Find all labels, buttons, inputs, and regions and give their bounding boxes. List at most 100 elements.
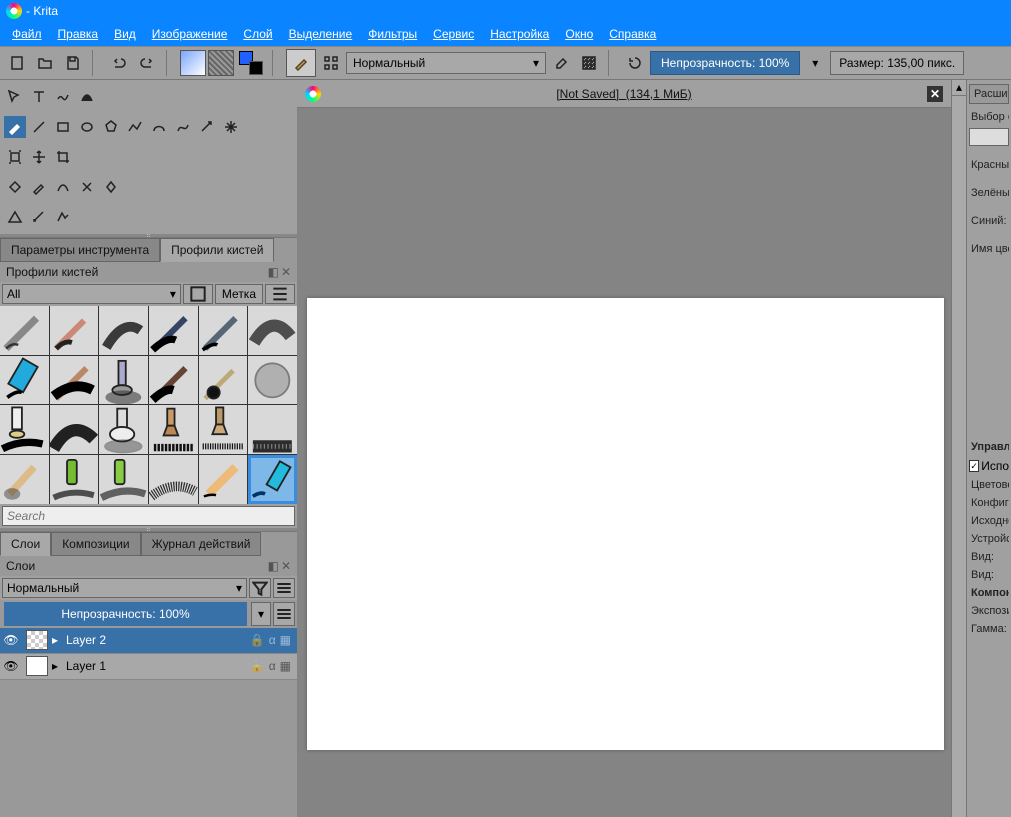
gradient-selector[interactable] [180,50,206,76]
rectangle-tool[interactable] [52,116,74,138]
pattern-edit-tool[interactable] [76,176,98,198]
move-layer-tool[interactable] [28,146,50,168]
brush-preset[interactable] [0,356,49,405]
redo-button[interactable] [134,50,160,76]
dock-float-icon[interactable]: ◧ [268,265,279,279]
close-document-button[interactable]: ✕ [927,86,943,102]
fill-tool[interactable] [4,176,26,198]
menu-edit[interactable]: Правка [50,25,107,43]
reference-tool[interactable] [52,206,74,228]
menu-view[interactable]: Вид [106,25,144,43]
menu-settings[interactable]: Настройка [482,25,557,43]
tab-layers[interactable]: Слои [0,532,51,556]
visibility-toggle[interactable]: 👁 [0,659,22,673]
brush-preset[interactable] [0,405,49,454]
layer-settings-button[interactable] [273,578,295,598]
brush-preset[interactable] [199,405,248,454]
text-tool[interactable] [28,86,50,108]
measure-tool[interactable] [28,206,50,228]
lock-icon[interactable]: 🔒 [250,659,265,673]
menu-select[interactable]: Выделение [281,25,361,43]
menu-image[interactable]: Изображение [144,25,236,43]
alpha-lock-icon[interactable]: α [269,633,276,647]
brush-preset[interactable] [99,306,148,355]
tab-brush-presets[interactable]: Профили кистей [160,238,274,262]
tab-tool-options[interactable]: Параметры инструмента [0,238,160,262]
brush-preset[interactable] [149,405,198,454]
layer-opacity-dropdown[interactable]: ▾ [251,602,271,626]
dock-close-icon[interactable]: ✕ [281,265,291,279]
brush-preset[interactable] [50,356,99,405]
opacity-slider[interactable]: Непрозрачность: 100% [650,51,800,75]
assistants-tool[interactable] [4,206,26,228]
lock-icon[interactable]: 🔒 [250,633,265,647]
tab-compositions[interactable]: Композиции [51,532,140,556]
menu-window[interactable]: Окно [557,25,601,43]
color-preview-box[interactable] [969,128,1009,146]
edit-shapes-tool[interactable] [52,86,74,108]
eraser-toggle[interactable] [548,50,574,76]
right-tab-advanced[interactable]: Расши [969,84,1009,104]
layer-filter-button[interactable] [249,578,271,598]
brush-preset[interactable] [0,306,49,355]
transform-tool[interactable] [4,146,26,168]
open-file-button[interactable] [32,50,58,76]
blend-mode-select[interactable]: Нормальный ▾ [346,52,546,74]
visibility-toggle[interactable]: 👁 [0,633,22,647]
brush-preset[interactable] [248,356,297,405]
layer-row[interactable]: 👁 ▸ Layer 1 🔒α▦ [0,654,297,680]
menu-tools[interactable]: Сервис [425,25,482,43]
move-tool[interactable] [4,86,26,108]
brush-preset[interactable] [50,306,99,355]
color-swatch[interactable] [236,50,266,76]
polygon-tool[interactable] [100,116,122,138]
brush-preset[interactable] [50,455,99,504]
preset-view-toggle[interactable] [183,284,213,304]
checker-icon[interactable]: ▦ [280,659,291,673]
preset-list-button[interactable] [265,284,295,304]
checker-icon[interactable]: ▦ [280,633,291,647]
pattern-selector[interactable] [208,50,234,76]
brush-preset[interactable] [149,455,198,504]
document-title[interactable]: [Not Saved] (134,1 МиБ) [327,87,921,101]
bezier-tool[interactable] [148,116,170,138]
freehand-brush-tool[interactable] [4,116,26,138]
dock-close-icon[interactable]: ✕ [281,559,291,573]
brush-preview[interactable] [286,49,316,77]
dynamic-brush-tool[interactable] [196,116,218,138]
canvas[interactable] [307,298,944,750]
calligraphy-tool[interactable] [76,86,98,108]
opacity-dropdown[interactable]: ▾ [802,50,828,76]
color-picker-tool[interactable] [28,176,50,198]
menu-file[interactable]: Файл [4,25,50,43]
brush-preset[interactable] [0,455,49,504]
tab-undo-history[interactable]: Журнал действий [141,532,262,556]
layer-row[interactable]: 👁 ▸ Layer 2 🔒α▦ [0,628,297,654]
brush-size-slider[interactable]: Размер: 135,00 пикс. [830,51,964,75]
brush-editor-button[interactable] [318,50,344,76]
brush-preset[interactable] [99,455,148,504]
brush-preset[interactable] [199,306,248,355]
checkbox-icon[interactable]: ✓ [969,460,979,472]
brush-preset[interactable] [248,405,297,454]
vertical-scrollbar[interactable]: ▴ [951,80,966,817]
ellipse-tool[interactable] [76,116,98,138]
multibrush-tool[interactable] [220,116,242,138]
brush-preset-selected[interactable] [248,455,297,504]
alpha-lock-icon[interactable]: α [269,659,276,673]
reload-preset-button[interactable] [622,50,648,76]
brush-preset[interactable] [99,405,148,454]
menu-help[interactable]: Справка [601,25,664,43]
line-tool[interactable] [28,116,50,138]
preset-tag-button[interactable]: Метка [215,284,263,304]
brush-preset[interactable] [199,356,248,405]
use-checkbox-row[interactable]: ✓ Испо [969,456,1009,476]
new-file-button[interactable] [4,50,30,76]
gradient-tool[interactable] [52,176,74,198]
polyline-tool[interactable] [124,116,146,138]
smart-fill-tool[interactable] [100,176,122,198]
brush-preset[interactable] [248,306,297,355]
brush-preset[interactable] [50,405,99,454]
brush-search-input[interactable] [2,506,295,526]
layer-opacity-slider[interactable]: Непрозрачность: 100% [4,602,247,626]
